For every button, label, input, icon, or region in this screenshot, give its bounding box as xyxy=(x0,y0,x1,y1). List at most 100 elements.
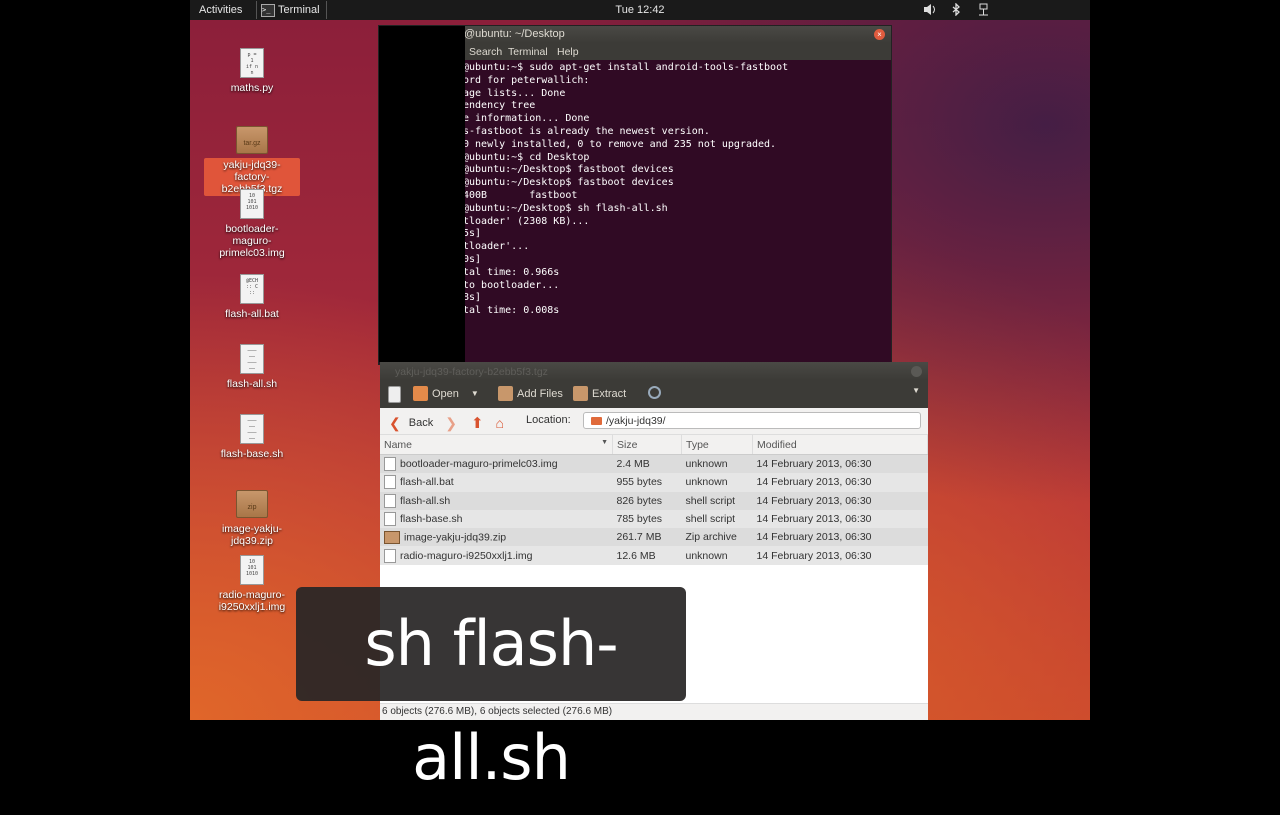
tar-archive-icon: tar.gz xyxy=(236,126,268,154)
open-label: Open xyxy=(432,387,459,400)
file-icon xyxy=(384,493,396,508)
zip-archive-icon: zip xyxy=(236,490,268,518)
sort-chevron-down-icon: ▼ xyxy=(601,438,608,446)
file-size: 2.4 MB xyxy=(616,458,650,471)
file-name: flash-all.bat xyxy=(400,476,454,489)
file-type: unknown xyxy=(685,476,728,489)
terminal-window[interactable]: @ubuntu: ~/Desktop × Search Terminal Hel… xyxy=(378,25,892,365)
desktop-icon-label: radio-maguro-i9250xxlj1.img xyxy=(218,589,286,613)
file-table: Name ▼ Size Type Modified bootloader-magu… xyxy=(380,435,928,565)
archive-toolbar: Open ▼ Add Files Extract ▼ xyxy=(380,380,928,408)
desktop-icon-radio-img[interactable]: 10 101 1010 radio-maguro-i9250xxlj1.img xyxy=(197,555,307,614)
file-name: image-yakju-jdq39.zip xyxy=(404,531,507,544)
folder-icon xyxy=(591,417,602,425)
home-icon[interactable]: ⌂ xyxy=(496,415,504,431)
forward-arrow-icon[interactable]: ❯ xyxy=(445,415,457,432)
desktop-icon-flash-all-bat[interactable]: @ECH:: C:: flash-all.bat xyxy=(197,274,307,321)
terminal-title: @ubuntu: ~/Desktop xyxy=(464,28,565,40)
table-row[interactable]: bootloader-maguro-primelc03.img 2.4 MB u… xyxy=(380,454,928,474)
file-size: 261.7 MB xyxy=(616,531,662,544)
file-name: flash-all.sh xyxy=(400,494,451,507)
bluetooth-icon[interactable] xyxy=(950,2,963,17)
archive-title: yakju-jdq39-factory-b2ebb5f3.tgz xyxy=(395,366,548,378)
table-row[interactable]: flash-all.sh 826 bytes shell script 14 F… xyxy=(380,491,928,510)
file-icon xyxy=(384,548,396,563)
add-files-label: Add Files xyxy=(517,387,563,400)
new-archive-button[interactable] xyxy=(388,386,401,403)
search-icon xyxy=(648,386,661,399)
open-button[interactable]: Open ▼ xyxy=(413,386,479,401)
archive-titlebar[interactable]: yakju-jdq39-factory-b2ebb5f3.tgz xyxy=(380,362,928,380)
table-row[interactable]: image-yakju-jdq39.zip 261.7 MB Zip archi… xyxy=(380,528,928,547)
column-name[interactable]: Name ▼ xyxy=(380,435,613,455)
location-bar: ❮ Back ❯ ⬆ ⌂ Location: /yakju-jdq39/ xyxy=(380,408,928,435)
desktop-icon-flash-all-sh[interactable]: ——— —— ——— —— flash-all.sh xyxy=(197,344,307,391)
binary-file-icon: 10 101 1010 xyxy=(240,189,264,219)
extract-button[interactable]: Extract xyxy=(573,386,626,401)
file-icon xyxy=(384,457,396,472)
desktop-icon-label: bootloader-maguro-primelc03.img xyxy=(219,223,285,259)
back-button[interactable]: Back xyxy=(409,417,433,429)
column-name-label: Name xyxy=(384,438,413,451)
up-arrow-icon[interactable]: ⬆ xyxy=(471,414,484,432)
file-name-cell: flash-all.sh xyxy=(380,492,613,510)
add-files-icon xyxy=(498,386,513,401)
table-header: Name ▼ Size Type Modified xyxy=(380,435,928,455)
close-icon[interactable] xyxy=(911,366,922,377)
chevron-down-icon[interactable]: ▼ xyxy=(471,389,479,398)
file-name: bootloader-maguro-primelc03.img xyxy=(400,457,558,470)
desktop-icon-label: maths.py xyxy=(230,82,274,94)
shell-script-icon: ——— —— ——— —— xyxy=(240,344,264,374)
file-size: 955 bytes xyxy=(616,476,663,489)
menu-help[interactable]: Help xyxy=(557,46,579,58)
zip-file-icon xyxy=(384,530,400,544)
file-name-cell: flash-all.bat xyxy=(380,473,613,491)
top-panel: Activities >_ Terminal Tue 12:42 xyxy=(190,0,1090,20)
system-tray xyxy=(923,2,990,17)
table-row[interactable]: flash-all.bat 955 bytes unknown 14 Febru… xyxy=(380,473,928,492)
open-folder-icon xyxy=(413,386,428,401)
volume-icon[interactable] xyxy=(923,3,936,16)
batch-file-icon: @ECH:: C:: xyxy=(240,274,264,304)
desktop-icon-factory-tgz[interactable]: tar.gz yakju-jdq39-factory-b2ebb5f3.tgz xyxy=(197,124,307,196)
column-type[interactable]: Type xyxy=(681,435,753,455)
file-modified: 14 February 2013, 06:30 xyxy=(756,458,872,471)
extract-label: Extract xyxy=(592,387,627,400)
desktop-icon-image-zip[interactable]: zip image-yakju-jdq39.zip xyxy=(197,488,307,548)
toolbar-overflow-chevron-icon[interactable]: ▼ xyxy=(912,386,920,395)
file-size: 12.6 MB xyxy=(616,549,656,562)
column-modified[interactable]: Modified xyxy=(752,435,928,455)
back-arrow-icon[interactable]: ❮ xyxy=(389,415,401,432)
file-icon xyxy=(384,512,396,527)
column-size[interactable]: Size xyxy=(612,435,682,455)
navigation-buttons: ❮ Back ❯ ⬆ ⌂ xyxy=(389,414,504,433)
file-type: shell script xyxy=(685,494,736,507)
file-modified: 14 February 2013, 06:30 xyxy=(756,531,872,544)
command-caption: sh flash-all.sh xyxy=(296,587,686,794)
file-modified: 14 February 2013, 06:30 xyxy=(756,494,872,507)
search-button[interactable] xyxy=(648,386,661,399)
desktop-icon-label: flash-base.sh xyxy=(220,448,284,460)
desktop-icon-flash-base-sh[interactable]: ——— —— ——— —— flash-base.sh xyxy=(197,414,307,461)
binary-file-icon: 10 101 1010 xyxy=(240,555,264,585)
menu-search[interactable]: Search xyxy=(469,46,502,58)
file-name-cell: bootloader-maguro-primelc03.img xyxy=(380,455,613,474)
table-row[interactable]: flash-base.sh 785 bytes shell script 14 … xyxy=(380,509,928,529)
menu-terminal[interactable]: Terminal xyxy=(508,46,548,58)
desktop-icon-maths-py[interactable]: p = 1 if nn maths.py xyxy=(197,48,307,95)
network-icon[interactable] xyxy=(977,3,990,16)
location-label: Location: xyxy=(526,414,571,426)
location-value: /yakju-jdq39/ xyxy=(606,415,666,427)
file-size: 785 bytes xyxy=(616,513,663,526)
table-row[interactable]: radio-maguro-i9250xxlj1.img 12.6 MB unkn… xyxy=(380,546,928,565)
location-input[interactable]: /yakju-jdq39/ xyxy=(583,412,921,429)
file-type: unknown xyxy=(685,549,728,562)
file-type: unknown xyxy=(685,458,728,471)
terminal-output[interactable]: @ubuntu:~$ sudo apt-get install android-… xyxy=(463,62,883,318)
file-type: Zip archive xyxy=(685,531,737,544)
new-document-icon xyxy=(388,386,401,403)
add-files-button[interactable]: Add Files xyxy=(498,386,563,401)
close-icon[interactable]: × xyxy=(874,29,885,40)
desktop-icon-bootloader-img[interactable]: 10 101 1010 bootloader-maguro-primelc03.im… xyxy=(197,189,307,260)
python-file-icon: p = 1 if nn xyxy=(240,48,264,78)
